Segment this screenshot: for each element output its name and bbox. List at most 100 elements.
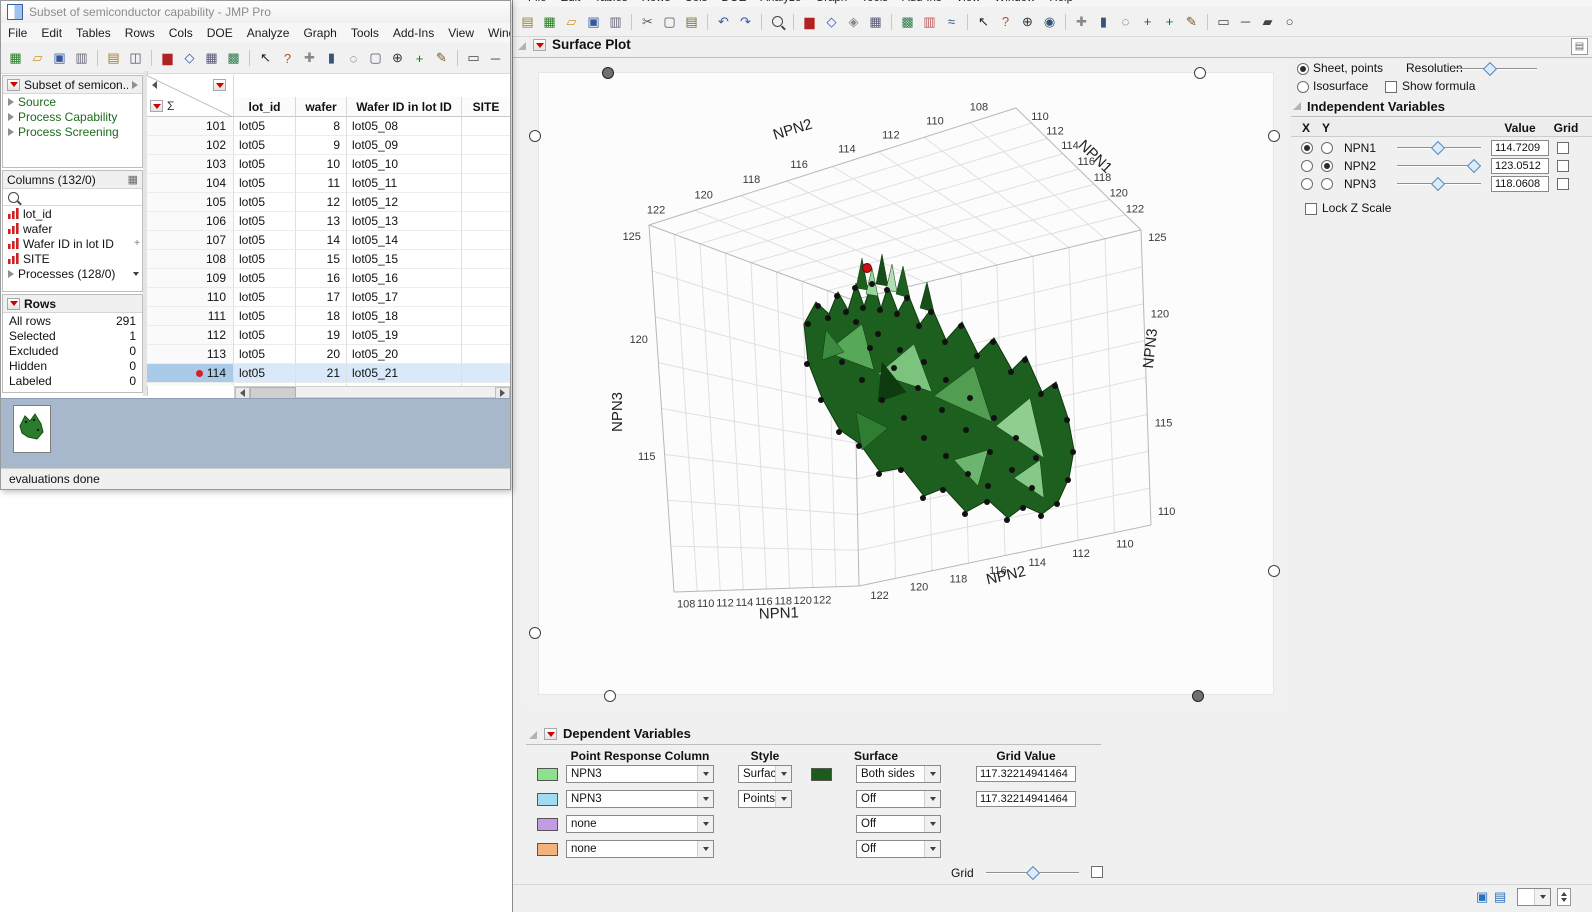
iv-x-radio-npn1[interactable] bbox=[1301, 142, 1313, 154]
brush-tool-icon[interactable]: ▮ bbox=[1093, 11, 1114, 32]
dropdown-button[interactable] bbox=[775, 766, 791, 782]
table-row[interactable]: 107lot0514lot05_14 bbox=[147, 231, 511, 250]
arrange-windows-icon[interactable]: ▤ bbox=[1494, 889, 1506, 905]
style-select[interactable]: Points bbox=[738, 790, 792, 808]
new-data-table-icon[interactable]: ▦ bbox=[5, 48, 26, 69]
menu-tables[interactable]: Tables bbox=[69, 24, 118, 42]
redo-icon[interactable]: ↷ bbox=[735, 11, 756, 32]
fit-y-by-x-icon[interactable]: ◇ bbox=[821, 11, 842, 32]
annotate-rect-icon[interactable]: ▭ bbox=[1213, 11, 1234, 32]
grid-value-input[interactable]: 117.32214941464 bbox=[976, 791, 1076, 807]
slider-thumb-icon[interactable] bbox=[1026, 866, 1040, 880]
table-script-item[interactable]: Process Capability bbox=[3, 109, 142, 124]
menu-rows[interactable]: Rows bbox=[118, 24, 162, 42]
annotate-shape-icon[interactable]: ▰ bbox=[507, 48, 511, 69]
dock-window-icon[interactable]: ▣ bbox=[1476, 889, 1488, 905]
grid-slider[interactable] bbox=[986, 866, 1079, 878]
menu-window[interactable]: Window bbox=[481, 24, 511, 42]
rotate-handle[interactable] bbox=[529, 130, 541, 142]
menu-window[interactable]: Window bbox=[987, 0, 1042, 6]
save-icon[interactable]: ▣ bbox=[49, 48, 70, 69]
table-row[interactable]: 112lot0519lot05_19 bbox=[147, 326, 511, 345]
surface-thumbnail[interactable] bbox=[13, 405, 51, 453]
rotate-handle[interactable] bbox=[1268, 130, 1280, 142]
dropdown-button[interactable] bbox=[697, 841, 713, 857]
menu-rows[interactable]: Rows bbox=[635, 0, 678, 6]
iv-slider-npn2[interactable] bbox=[1397, 159, 1481, 171]
help-tool-icon[interactable]: ? bbox=[995, 11, 1016, 32]
menu-analyze[interactable]: Analyze bbox=[753, 0, 808, 6]
lasso-tool-icon[interactable]: ◌ bbox=[1115, 11, 1136, 32]
iv-y-radio-npn3[interactable] bbox=[1321, 178, 1333, 190]
rotate-handle[interactable] bbox=[602, 67, 614, 79]
menu-edit[interactable]: Edit bbox=[34, 24, 69, 42]
zoom-in-tool-icon[interactable]: ⊕ bbox=[387, 48, 408, 69]
annotate-rect-icon[interactable]: ▭ bbox=[463, 48, 484, 69]
menu-tools[interactable]: Tools bbox=[854, 0, 895, 6]
table-row[interactable]: 103lot0510lot05_10 bbox=[147, 155, 511, 174]
iv-slider-npn1[interactable] bbox=[1397, 141, 1481, 153]
highlighted-point[interactable] bbox=[863, 264, 872, 273]
table-row[interactable]: 111lot0518lot05_18 bbox=[147, 307, 511, 326]
annotate-oval-icon[interactable]: ○ bbox=[1279, 11, 1300, 32]
distribution-icon[interactable]: ▆ bbox=[157, 48, 178, 69]
iv-value-input-npn2[interactable]: 123.0512 bbox=[1491, 158, 1549, 174]
overlay-plot-icon[interactable]: ≈ bbox=[941, 11, 962, 32]
sheet-points-radio[interactable] bbox=[1297, 63, 1309, 75]
spinner-control[interactable] bbox=[1557, 888, 1571, 906]
menu-addins[interactable]: Add-Ins bbox=[386, 24, 441, 42]
row-number-cell[interactable]: 110 bbox=[147, 288, 234, 307]
rotate-handle[interactable] bbox=[1268, 565, 1280, 577]
iv-value-input-npn1[interactable]: 114.7209 bbox=[1491, 140, 1549, 156]
resolution-slider[interactable] bbox=[1451, 62, 1537, 74]
table-row[interactable]: 113lot0520lot05_20 bbox=[147, 345, 511, 364]
journal-icon[interactable]: ▤ bbox=[103, 48, 124, 69]
open-icon[interactable]: ▱ bbox=[561, 11, 582, 32]
isosurface-radio[interactable] bbox=[1297, 81, 1309, 93]
columns-search-input[interactable] bbox=[3, 189, 142, 206]
row-stat[interactable]: Excluded0 bbox=[3, 343, 142, 358]
graph-builder-icon[interactable]: ▩ bbox=[897, 11, 918, 32]
pencil-tool-icon[interactable]: ✎ bbox=[431, 48, 452, 69]
iv-value-input-npn3[interactable]: 118.0608 bbox=[1491, 176, 1549, 192]
hand-tool-icon[interactable]: ✚ bbox=[299, 48, 320, 69]
row-number-cell[interactable]: 109 bbox=[147, 269, 234, 288]
surface-mode-select[interactable]: Off bbox=[856, 790, 941, 808]
table-script-item[interactable]: Source bbox=[3, 94, 142, 109]
report-window-icon[interactable]: ▤ bbox=[1571, 38, 1588, 55]
table-script-item[interactable]: Process Screening bbox=[3, 124, 142, 139]
dropdown-button[interactable] bbox=[697, 766, 713, 782]
crosshair-tool-icon[interactable]: + bbox=[1137, 11, 1158, 32]
menu-graph[interactable]: Graph bbox=[808, 0, 854, 6]
surface-color-swatch[interactable] bbox=[811, 768, 832, 781]
row-number-cell[interactable]: 115 bbox=[147, 383, 234, 386]
menu-help[interactable]: Help bbox=[1042, 0, 1080, 6]
hand-tool-icon[interactable]: ✚ bbox=[1071, 11, 1092, 32]
surface-mode-select[interactable]: Off bbox=[856, 815, 941, 833]
surface-mesh[interactable] bbox=[804, 254, 1074, 518]
columns-panel-header[interactable]: Columns (132/0) ▦ bbox=[3, 171, 142, 189]
horizontal-scrollbar[interactable] bbox=[234, 386, 511, 398]
column-list-item[interactable]: wafer bbox=[3, 221, 142, 236]
plus-tool-icon[interactable]: + bbox=[1159, 11, 1180, 32]
independent-variables-disclosure-icon[interactable] bbox=[1293, 102, 1301, 110]
summary-icon[interactable]: Σ bbox=[167, 99, 174, 113]
dropdown-button[interactable] bbox=[924, 816, 940, 832]
report-disclosure-icon[interactable] bbox=[518, 42, 526, 50]
iv-y-radio-npn1[interactable] bbox=[1321, 142, 1333, 154]
rotate-handle[interactable] bbox=[604, 690, 616, 702]
table-row[interactable]: 110lot0517lot05_17 bbox=[147, 288, 511, 307]
print-icon[interactable]: ▥ bbox=[605, 11, 626, 32]
annotate-line-icon[interactable]: ─ bbox=[1235, 11, 1256, 32]
column-header-site[interactable]: SITE bbox=[462, 97, 511, 117]
fit-y-by-x-icon[interactable]: ◇ bbox=[179, 48, 200, 69]
point-response-column-select[interactable]: none bbox=[566, 840, 714, 858]
open-icon[interactable]: ▱ bbox=[27, 48, 48, 69]
tabulate-icon[interactable]: ▦ bbox=[865, 11, 886, 32]
menu-addins[interactable]: Add-Ins bbox=[895, 0, 949, 6]
title-bar[interactable]: Subset of semiconductor capability - JMP… bbox=[1, 1, 510, 24]
distribution-icon[interactable]: ▆ bbox=[799, 11, 820, 32]
menu-file[interactable]: File bbox=[521, 0, 554, 6]
menu-graph[interactable]: Graph bbox=[296, 24, 343, 42]
print-icon[interactable]: ▥ bbox=[71, 48, 92, 69]
